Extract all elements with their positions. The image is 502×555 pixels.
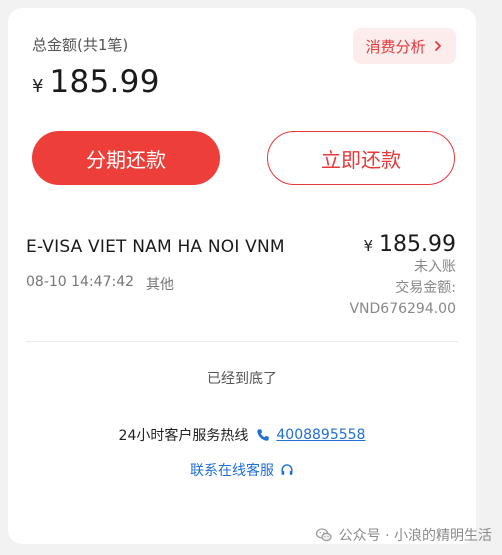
total-amount-value: 185.99 xyxy=(49,64,160,100)
wechat-watermark: 公众号 · 小浪的精明生活 xyxy=(315,525,492,545)
watermark-text: 公众号 · 小浪的精明生活 xyxy=(338,528,492,544)
transaction-currency-symbol: ¥ xyxy=(363,237,374,255)
transaction-amount-value: 185.99 xyxy=(379,232,456,257)
transaction-original-amount-label: 交易金额: xyxy=(395,280,456,296)
transaction-datetime: 08-10 14:47:42 xyxy=(26,274,135,290)
headset-icon xyxy=(281,464,293,475)
phone-icon xyxy=(257,429,270,441)
hotline-phone-link[interactable]: 4008895558 xyxy=(256,427,365,443)
total-amount: ¥ 185.99 xyxy=(32,64,160,100)
transaction-amount: ¥ 185.99 xyxy=(349,232,456,257)
customer-service-hotline: 24小时客户服务热线 4008895558 xyxy=(8,425,476,445)
chevron-right-icon xyxy=(434,41,441,51)
online-service-label: 联系在线客服 xyxy=(190,463,274,479)
hotline-number: 4008895558 xyxy=(276,427,366,443)
online-customer-service-link[interactable]: 联系在线客服 xyxy=(8,460,476,480)
spending-analysis-button[interactable]: 消费分析 xyxy=(353,28,456,64)
transaction-amount-block: ¥ 185.99 未入账 交易金额: VND676294.00 xyxy=(349,232,456,320)
wechat-icon xyxy=(315,528,332,542)
transaction-meta: 08-10 14:47:42 其他 xyxy=(26,274,174,294)
transaction-status: 未入账 xyxy=(414,259,456,275)
bill-card: 总金额(共1笔) 消费分析 ¥ 185.99 分期还款 立即还款 E-VISA … xyxy=(8,8,476,544)
end-of-list-text: 已经到底了 xyxy=(207,371,277,387)
transaction-category: 其他 xyxy=(146,277,175,293)
hotline-label: 24小时客户服务热线 xyxy=(118,428,249,444)
repay-now-button[interactable]: 立即还款 xyxy=(267,131,455,185)
spending-analysis-label: 消费分析 xyxy=(365,37,426,56)
bill-detail-page: 总金额(共1笔) 消费分析 ¥ 185.99 分期还款 立即还款 E-VISA … xyxy=(0,0,502,555)
total-amount-label: 总金额(共1笔) xyxy=(32,36,129,54)
divider xyxy=(26,341,458,342)
transaction-original-amount-value: VND676294.00 xyxy=(349,301,456,317)
currency-symbol: ¥ xyxy=(32,76,44,97)
installment-repay-button[interactable]: 分期还款 xyxy=(32,131,220,185)
transaction-merchant: E-VISA VIET NAM HA NOI VNM xyxy=(26,237,285,257)
